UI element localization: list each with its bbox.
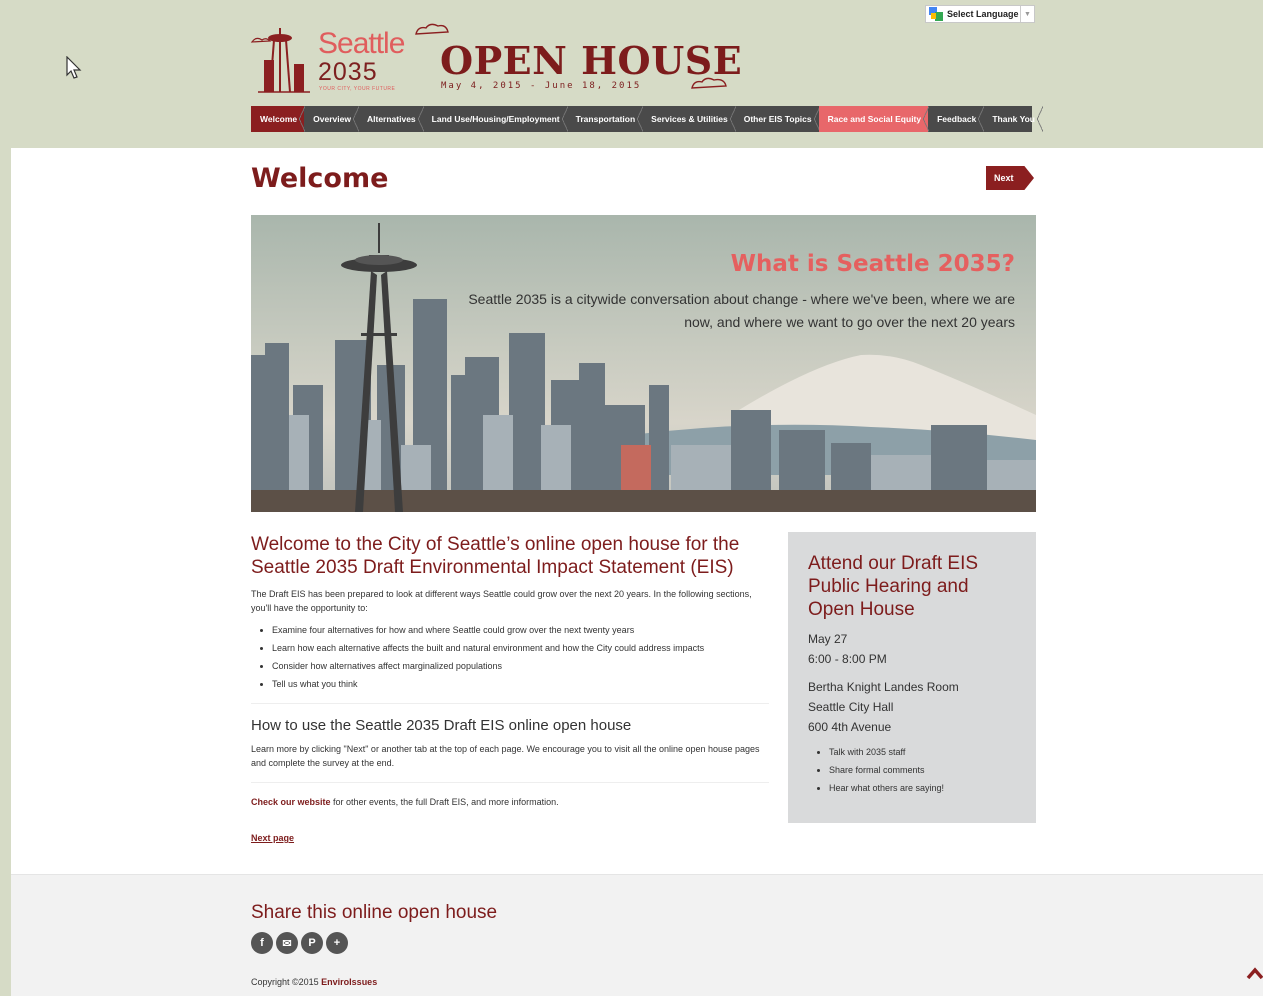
site-footer xyxy=(11,875,1263,996)
copyright-text: Copyright ©2015 EnviroIssues xyxy=(251,977,377,987)
page-title: Welcome xyxy=(251,163,389,194)
event-heading: Attend our Draft EIS Public Hearing and … xyxy=(808,553,979,620)
nav-tab-land-use[interactable]: Land Use/Housing/Employment xyxy=(423,106,568,132)
list-item: Hear what others are saying! xyxy=(829,779,1016,797)
logo-seattle-text: Seattle xyxy=(318,27,405,60)
pinterest-icon[interactable]: P xyxy=(301,932,323,954)
share-heading: Share this online open house xyxy=(251,902,498,923)
chevron-down-icon: ▼ xyxy=(1020,6,1034,22)
event-sidebar: Attend our Draft EIS Public Hearing and … xyxy=(788,532,1036,823)
cloud-icon xyxy=(691,77,727,89)
event-room: Bertha Knight Landes Room xyxy=(808,680,959,694)
logo-tagline: YOUR CITY, YOUR FUTURE xyxy=(319,86,396,92)
next-page-link[interactable]: Next page xyxy=(251,833,294,843)
event-date: May 27 xyxy=(808,632,848,646)
event-dates: May 4, 2015 - June 18, 2015 xyxy=(441,81,642,91)
plus-icon[interactable]: + xyxy=(326,932,348,954)
event-bullet-list: Talk with 2035 staff Share formal commen… xyxy=(808,743,1016,797)
copyright-prefix: Copyright ©2015 xyxy=(251,977,322,987)
list-item: Learn how each alternative affects the b… xyxy=(272,641,769,655)
copyright-company-link[interactable]: EnviroIssues xyxy=(321,977,377,987)
welcome-content: Welcome to the City of Seattle’s online … xyxy=(251,533,769,846)
check-website-suffix: for other events, the full Draft EIS, an… xyxy=(330,797,559,807)
divider xyxy=(251,782,769,783)
intro-heading: Welcome to the City of Seattle’s online … xyxy=(251,534,740,578)
check-website-link[interactable]: Check our website xyxy=(251,797,331,807)
hero-banner: What is Seattle 2035? Seattle 2035 is a … xyxy=(251,215,1036,512)
event-location-block: Bertha Knight Landes Room Seattle City H… xyxy=(808,677,1016,737)
event-building: Seattle City Hall xyxy=(808,700,894,714)
list-item: Examine four alternatives for how and wh… xyxy=(272,623,769,637)
next-button[interactable]: Next xyxy=(986,166,1034,190)
hero-title: What is Seattle 2035? xyxy=(730,251,1015,277)
event-time: 6:00 - 8:00 PM xyxy=(808,652,887,666)
nav-tab-feedback[interactable]: Feedback xyxy=(928,106,985,132)
language-select[interactable]: Select Language ▼ xyxy=(925,5,1035,23)
divider xyxy=(251,703,769,704)
nav-tab-race-social-equity[interactable]: Race and Social Equity xyxy=(818,106,929,132)
nav-tab-overview[interactable]: Overview xyxy=(304,106,359,132)
intro-bullet-list: Examine four alternatives for how and wh… xyxy=(251,623,769,691)
how-to-heading: How to use the Seattle 2035 Draft EIS on… xyxy=(251,717,632,734)
list-item: Talk with 2035 staff xyxy=(829,743,1016,761)
site-header: Select Language ▼ Seattle 2035 YOUR CITY… xyxy=(0,0,1263,148)
main-nav: Welcome Overview Alternatives Land Use/H… xyxy=(251,106,1043,132)
cloud-icon xyxy=(415,23,449,35)
event-address: 600 4th Avenue xyxy=(808,720,892,734)
how-to-text: Learn more by clicking "Next" or another… xyxy=(251,744,760,768)
facebook-icon[interactable]: f xyxy=(251,932,273,954)
event-date-block: May 27 6:00 - 8:00 PM xyxy=(808,629,1016,669)
check-website-text: Check our website for other events, the … xyxy=(251,797,769,807)
hero-text: Seattle 2035 is a citywide conversation … xyxy=(468,291,1015,330)
list-item: Tell us what you think xyxy=(272,677,769,691)
list-item: Consider how alternatives affect margina… xyxy=(272,659,769,673)
back-to-top-icon[interactable] xyxy=(1246,966,1263,980)
nav-tab-other-eis-topics[interactable]: Other EIS Topics xyxy=(735,106,820,132)
nav-tab-transportation[interactable]: Transportation xyxy=(567,106,643,132)
nav-tab-alternatives[interactable]: Alternatives xyxy=(358,106,424,132)
nav-tab-services-utilities[interactable]: Services & Utilities xyxy=(642,106,736,132)
nav-tab-thank-you[interactable]: Thank You xyxy=(983,106,1043,132)
logo-year-text: 2035 xyxy=(318,58,378,86)
share-icons: f ✉ P + xyxy=(251,932,348,954)
language-select-label: Select Language xyxy=(947,9,1019,19)
nav-tab-welcome[interactable]: Welcome xyxy=(251,106,306,132)
email-icon[interactable]: ✉ xyxy=(276,932,298,954)
intro-text: The Draft EIS has been prepared to look … xyxy=(251,589,752,613)
list-item: Share formal comments xyxy=(829,761,1016,779)
google-translate-icon xyxy=(929,7,943,21)
